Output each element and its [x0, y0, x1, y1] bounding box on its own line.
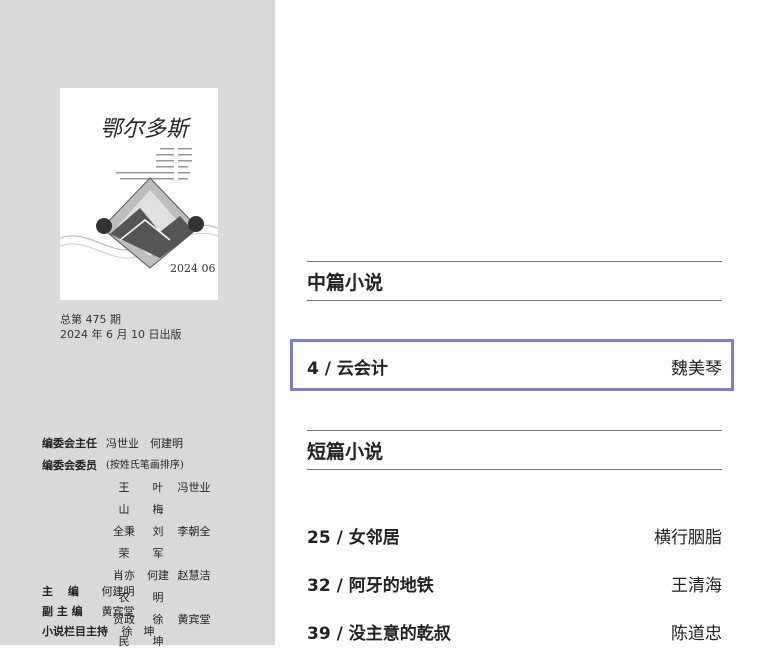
toc-entry-title: 39 / 没主意的乾叔 — [307, 624, 451, 644]
member-name: 王 山 — [118, 481, 141, 516]
deputy-name: 黄宾堂 — [101, 605, 135, 618]
issue-info: 总第 475 期 2024 年 6 月 10 日出版 — [60, 312, 181, 342]
board-members-row: 编委会委员 (按姓氏笔画排序) — [42, 455, 214, 477]
cover-title: 鄂尔多斯 — [100, 117, 192, 142]
section-title-short-story: 短篇小说 — [307, 441, 384, 463]
cover-issue-mark: 2024 06 — [170, 262, 216, 275]
toc-entry[interactable]: 4 / 云会计 魏美琴 — [307, 354, 722, 379]
member-name: 冯世业 — [177, 481, 211, 494]
deputy-editor-row: 副 主 编 黄宾堂 — [42, 602, 155, 622]
chief-editor-row: 主 编 何建明 — [42, 582, 155, 602]
toc-entry-author: 横行胭脂 — [654, 528, 722, 548]
members-row: 王 山 叶 梅 冯世业 — [108, 477, 214, 521]
section-rule — [307, 430, 722, 431]
masthead-panel: 鄂尔多斯 2024 06 总第 475 期 2024 年 6 月 10 日出版 … — [0, 0, 275, 648]
editors: 主 编 何建明 副 主 编 黄宾堂 小说栏目主持 徐 坤 — [42, 582, 155, 642]
director-role: 编委会主任 — [42, 437, 97, 450]
member-name: 刘 军 — [152, 525, 175, 560]
magazine-cover-image: 鄂尔多斯 2024 06 — [60, 88, 218, 300]
toc-entry-author: 陈道忠 — [671, 624, 722, 644]
member-name: 黄宾堂 — [177, 613, 211, 626]
members-row: 全秉荣 刘 军 李朝全 — [108, 521, 214, 565]
chief-role: 主 编 — [42, 585, 79, 598]
toc-entry-author: 王清海 — [671, 576, 722, 596]
member-name: 叶 梅 — [152, 481, 175, 516]
column-name: 徐 坤 — [121, 625, 155, 638]
toc-entry-title: 25 / 女邻居 — [307, 528, 400, 548]
column-editor-row: 小说栏目主持 徐 坤 — [42, 622, 155, 642]
member-name: 李朝全 — [177, 525, 211, 538]
member-name: 赵慧洁 — [177, 569, 211, 582]
column-role: 小说栏目主持 — [42, 625, 108, 638]
members-role: 编委会委员 — [42, 459, 97, 472]
deputy-role: 副 主 编 — [42, 605, 83, 618]
issue-number: 总第 475 期 — [60, 313, 121, 326]
chief-name: 何建明 — [101, 585, 135, 598]
section-title-novella: 中篇小说 — [307, 272, 384, 294]
toc-entry[interactable]: 32 / 阿牙的地铁 王清海 — [307, 571, 722, 596]
member-name: 全秉荣 — [113, 525, 135, 560]
members-note: (按姓氏笔画排序) — [106, 460, 184, 471]
toc-entry-title: 4 / 云会计 — [307, 359, 388, 379]
section-rule — [307, 261, 722, 262]
board-director-row: 编委会主任 冯世业 何建明 — [42, 433, 214, 455]
toc-entry-title: 32 / 阿牙的地铁 — [307, 576, 434, 596]
toc-entry-author: 魏美琴 — [671, 359, 722, 379]
toc-entry[interactable]: 39 / 没主意的乾叔 陈道忠 — [307, 619, 722, 644]
toc-entry[interactable]: 25 / 女邻居 横行胭脂 — [307, 523, 722, 548]
cover-illustration: 鄂尔多斯 2024 06 — [60, 88, 218, 300]
section-rule — [307, 300, 722, 301]
publish-date: 2024 年 6 月 10 日出版 — [60, 328, 182, 341]
section-rule — [307, 469, 722, 470]
directors: 冯世业 何建明 — [106, 437, 183, 450]
